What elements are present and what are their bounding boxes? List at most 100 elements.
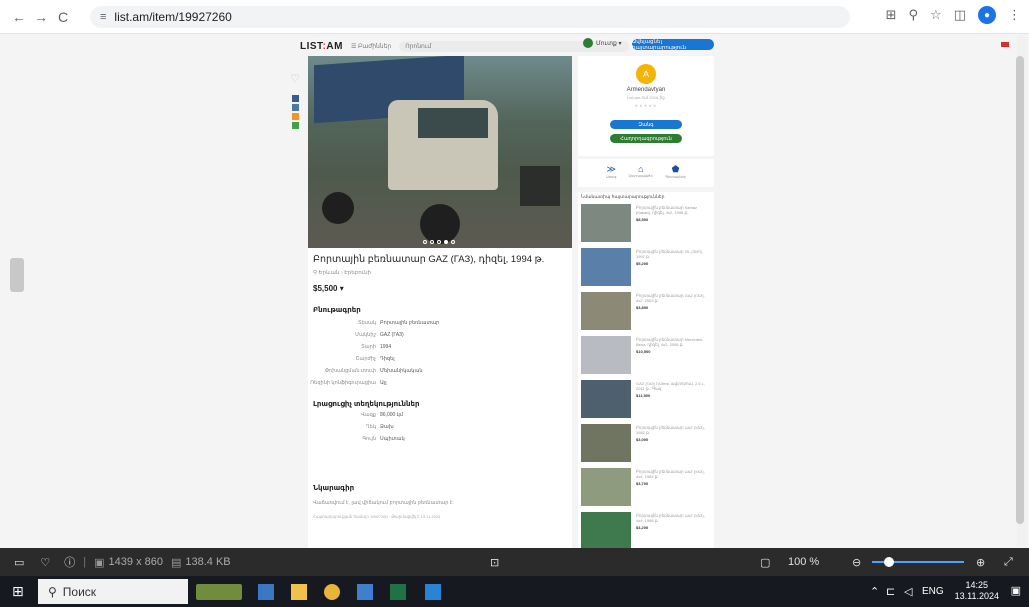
extra-key: Վազք xyxy=(361,412,376,418)
tray-chevron-icon[interactable]: ⌃ xyxy=(870,585,879,598)
extra-row: Վազք 86,000 կմ xyxy=(308,412,468,418)
zoom-icon[interactable]: ⚲ xyxy=(909,7,919,23)
menu-icon[interactable]: ⋮ xyxy=(1008,7,1021,23)
similar-price: $11,500 xyxy=(636,393,651,398)
odnoklassniki-icon[interactable] xyxy=(291,113,299,120)
crop-icon[interactable]: ⊡ xyxy=(490,556,499,569)
props-heading: Բնութագրեր xyxy=(313,307,361,314)
taskbar-clock[interactable]: 14:25 13.11.2024 xyxy=(955,580,999,602)
similar-price: $3,700 xyxy=(636,481,649,486)
listing-actions: ≫ Առաջ ⌂ Չստուգված է ⬟ Պիտակներ xyxy=(578,159,714,187)
language-flag-icon[interactable] xyxy=(1001,42,1009,47)
props-value: Այլ xyxy=(380,380,387,386)
similar-thumbnail[interactable] xyxy=(581,424,631,462)
seller-name[interactable]: Armendavtyan xyxy=(578,87,714,93)
vk-icon[interactable] xyxy=(291,104,299,111)
calculator-icon[interactable] xyxy=(258,584,274,600)
side-panel-icon[interactable]: ◫ xyxy=(954,7,966,23)
similar-text: Բորտային բեռնատար ZIL (ЗИЛ), 1997 թ. $5,2… xyxy=(636,249,711,266)
notifications-icon[interactable]: ▣ xyxy=(1011,584,1021,597)
similar-item[interactable]: Բորտային բեռնատար Kamaz (Камаз), դիզել, … xyxy=(581,204,713,246)
extra-key: Գույն xyxy=(362,436,376,442)
similar-thumbnail[interactable] xyxy=(581,336,631,374)
post-ad-button[interactable]: Ավելացնել հայտարարություն xyxy=(632,39,714,51)
listing-price[interactable]: $5,500 ▾ xyxy=(313,284,344,293)
similar-thumbnail[interactable] xyxy=(581,248,631,286)
zoom-level[interactable]: 100 % xyxy=(788,556,819,568)
reload-button[interactable]: C xyxy=(52,6,74,28)
extra-value: Ձախ xyxy=(380,424,394,430)
translate-icon[interactable]: ⊞ xyxy=(886,7,897,23)
address-bar[interactable]: ≡ list.am/item/19927260 xyxy=(90,6,850,28)
volume-icon[interactable]: ◁ xyxy=(904,585,912,598)
fit-icon[interactable]: ▢ xyxy=(760,556,770,569)
zoom-slider-thumb[interactable] xyxy=(884,557,894,567)
similar-thumbnail[interactable] xyxy=(581,292,631,330)
props-key: Շարժիչ xyxy=(355,356,376,362)
message-button[interactable]: Հաղորդագրություն xyxy=(610,134,682,143)
similar-item[interactable]: Բորտային բեռնատար Mercedes-Benz, դիզել, … xyxy=(581,336,713,378)
forward-button[interactable]: → xyxy=(30,6,52,28)
similar-thumbnail[interactable] xyxy=(581,204,631,242)
back-button[interactable]: ← xyxy=(8,6,30,28)
url-text: list.am/item/19927260 xyxy=(114,10,232,24)
whatsapp-icon[interactable] xyxy=(291,122,299,129)
profile-icon[interactable]: ● xyxy=(978,6,996,24)
scrollbar[interactable] xyxy=(1016,36,1027,546)
taskbar-search[interactable]: ⚲ Поиск xyxy=(38,579,188,604)
similar-item[interactable]: Բորտային բեռնատար GAZ (ГАЗ), 4x2, 2003 թ… xyxy=(581,292,713,334)
similar-item[interactable]: Բորտային բեռնատար UAZ (УАЗ), 1982 թ. $3,0… xyxy=(581,424,713,466)
call-button[interactable]: Զանգ xyxy=(610,120,682,129)
browser-toolbar: ← → C ≡ list.am/item/19927260 ⊞ ⚲ ☆ ◫ ● … xyxy=(0,0,1029,34)
expand-icon[interactable]: ⤢ xyxy=(1004,556,1013,569)
photo-pager[interactable] xyxy=(423,240,455,244)
facebook-icon[interactable] xyxy=(291,95,299,102)
similar-item[interactable]: GAZ (ГАЗ) ГАЗель ավտոբուս, 2.5 L, 2011 թ… xyxy=(581,380,713,422)
similar-thumbnail[interactable] xyxy=(581,468,631,506)
excel-icon[interactable] xyxy=(390,584,406,600)
info-icon[interactable]: ⓘ xyxy=(64,554,75,570)
props-row: Մակնիշ GAZ (ГАЗ) xyxy=(308,332,468,338)
bookmark-star-icon[interactable]: ☆ xyxy=(930,7,942,23)
categories-menu[interactable]: ☰ Բաժիններ xyxy=(351,43,391,50)
language-indicator[interactable]: ENG xyxy=(922,586,944,597)
image-viewer: LIST:AM ☰ Բաժիններ Որոնում Մուտք ▾ Ավելա… xyxy=(0,34,1029,550)
windows-taskbar: ⊞ ⚲ Поиск ⌃ ⊏ ◁ ENG 14:25 13.11.2024 ▣ xyxy=(0,576,1029,607)
image-size-icon: ▣ xyxy=(94,556,105,569)
similar-text: Բորտային բեռնատար Kamaz (Камаз), դիզել, … xyxy=(636,205,711,222)
props-row: Տեսակ Բորտային բեռնատար xyxy=(308,320,468,326)
site-logo[interactable]: LIST:AM xyxy=(300,41,343,52)
media-player-icon[interactable] xyxy=(357,584,373,600)
prev-image-handle[interactable] xyxy=(10,258,24,292)
scrollbar-thumb[interactable] xyxy=(1016,56,1024,524)
file-explorer-icon[interactable] xyxy=(291,584,307,600)
props-value: 1994 xyxy=(380,344,392,350)
widgets-icon[interactable] xyxy=(196,584,242,600)
chrome-icon[interactable] xyxy=(324,584,340,600)
props-key: Տարի xyxy=(361,344,376,350)
props-key: Մակնիշ xyxy=(355,332,376,338)
heart-icon[interactable]: ♡ xyxy=(40,556,50,569)
network-icon[interactable]: ⊏ xyxy=(886,585,895,598)
zoom-out-icon[interactable]: ⊖ xyxy=(852,556,861,569)
action-tags[interactable]: ⬟ Պիտակներ xyxy=(665,164,686,187)
similar-thumbnail[interactable] xyxy=(581,380,631,418)
action-unverified[interactable]: ⌂ Չստուգված է xyxy=(628,164,653,187)
favorite-heart-icon[interactable]: ♡ xyxy=(290,72,300,85)
listing-photo[interactable] xyxy=(308,56,572,248)
similar-item[interactable]: Բորտային բեռնատար ZIL (ЗИЛ), 1997 թ. $5,2… xyxy=(581,248,713,290)
similar-item[interactable]: Բորտային բեռնատար UAZ (УАЗ), 4x4, 1984 թ… xyxy=(581,468,713,510)
start-icon[interactable]: ⊞ xyxy=(12,583,24,600)
similar-text: Բորտային բեռնատար UAZ (УАЗ), 1982 թ. $3,0… xyxy=(636,425,711,442)
similar-thumbnail[interactable] xyxy=(581,512,631,550)
login-menu[interactable]: Մուտք ▾ xyxy=(583,38,622,48)
screen-icon[interactable]: ▭ xyxy=(14,556,24,569)
action-promote[interactable]: ≫ Առաջ xyxy=(606,164,616,187)
similar-text: Բորտային բեռնատար Mercedes-Benz, դիզել, … xyxy=(636,337,711,354)
photos-icon[interactable] xyxy=(425,584,441,600)
zoom-in-icon[interactable]: ⊕ xyxy=(976,556,985,569)
site-settings-icon[interactable]: ≡ xyxy=(100,11,106,23)
user-icon xyxy=(583,38,593,48)
avatar[interactable]: A xyxy=(636,64,656,84)
promote-icon: ≫ xyxy=(606,164,616,174)
